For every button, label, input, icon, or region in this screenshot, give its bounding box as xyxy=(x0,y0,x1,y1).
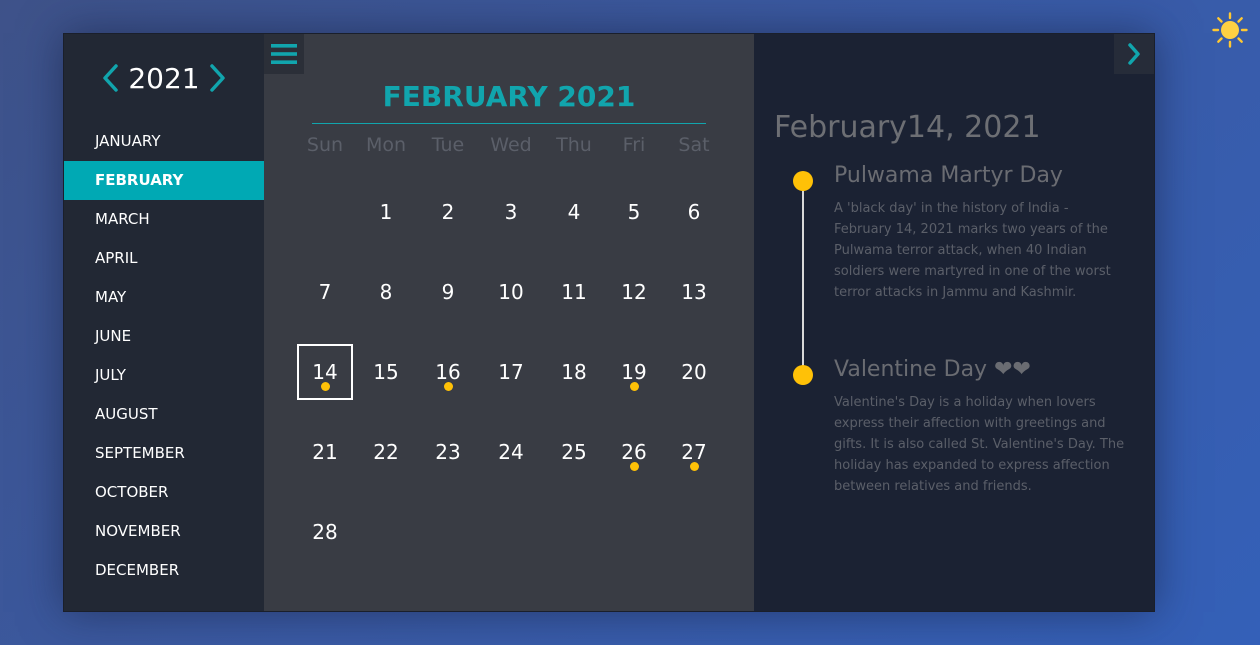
day-cell-18[interactable]: 18 xyxy=(546,344,602,400)
day-cell-21[interactable]: 21 xyxy=(297,424,353,480)
day-cell-17[interactable]: 17 xyxy=(483,344,539,400)
day-cell-8[interactable]: 8 xyxy=(358,264,414,320)
event-title: Pulwama Martyr Day xyxy=(834,163,1063,188)
weekday-header-fri: Fri xyxy=(622,134,646,156)
timeline-dot xyxy=(793,365,813,385)
weekday-header-thu: Thu xyxy=(556,134,592,156)
events-panel: February14, 2021 Pulwama Martyr Day A 'b… xyxy=(754,34,1154,611)
weekday-header-sat: Sat xyxy=(678,134,710,156)
month-item-june[interactable]: JUNE xyxy=(64,317,264,356)
menu-button[interactable] xyxy=(264,34,304,74)
sun-icon[interactable] xyxy=(1212,12,1248,48)
next-year-button[interactable] xyxy=(206,60,230,96)
month-item-september[interactable]: SEPTEMBER xyxy=(64,434,264,473)
event-title-text: Valentine Day xyxy=(834,357,988,382)
day-cell-26[interactable]: 26 xyxy=(606,424,662,480)
weekday-header-wed: Wed xyxy=(490,134,532,156)
month-item-november[interactable]: NOVEMBER xyxy=(64,512,264,551)
chevron-right-icon xyxy=(209,64,225,92)
calendar-title: FEBRUARY 2021 xyxy=(382,80,636,113)
month-list: JANUARY FEBRUARY MARCH APRIL MAY JUNE JULY AUGU… xyxy=(64,122,264,590)
event-description: A 'black day' in the history of India - … xyxy=(834,201,1111,300)
day-cell-23[interactable]: 23 xyxy=(420,424,476,480)
day-cell-12[interactable]: 12 xyxy=(606,264,662,320)
day-cell-16[interactable]: 16 xyxy=(420,344,476,400)
month-item-march[interactable]: MARCH xyxy=(64,200,264,239)
month-item-may[interactable]: MAY xyxy=(64,278,264,317)
day-cell-22[interactable]: 22 xyxy=(358,424,414,480)
event-title: Valentine Day ❤❤ xyxy=(834,357,1031,382)
sidebar: 2021 JANUARY FEBRUARY MARCH APRIL MAY JUNE JUL… xyxy=(64,34,264,611)
month-item-july[interactable]: JULY xyxy=(64,356,264,395)
year-selector: 2021 xyxy=(64,58,264,98)
month-item-october[interactable]: OCTOBER xyxy=(64,473,264,512)
prev-year-button[interactable] xyxy=(98,60,122,96)
event-dot xyxy=(629,382,639,391)
hearts-icon: ❤❤ xyxy=(994,357,1031,382)
title-divider xyxy=(312,123,706,124)
event-description: Valentine's Day is a holiday when lovers… xyxy=(834,395,1125,494)
day-cell-2[interactable]: 2 xyxy=(420,184,476,240)
calendar-app: 2021 JANUARY FEBRUARY MARCH APRIL MAY JUNE JUL… xyxy=(63,33,1155,612)
day-cell-28[interactable]: 28 xyxy=(297,504,353,560)
calendar-grid: FEBRUARY 2021 Sun Mon Tue Wed Thu Fri Sat 1 2 3 4 5… xyxy=(264,34,754,611)
month-item-february[interactable]: FEBRUARY xyxy=(64,161,264,200)
event-dot xyxy=(443,382,453,391)
chevron-right-icon xyxy=(1128,43,1140,65)
day-cell-15[interactable]: 15 xyxy=(358,344,414,400)
weekday-header-mon: Mon xyxy=(365,134,407,156)
day-cell-6[interactable]: 6 xyxy=(666,184,722,240)
day-cell-14[interactable]: 14 xyxy=(297,344,353,400)
month-item-august[interactable]: AUGUST xyxy=(64,395,264,434)
chevron-left-icon xyxy=(103,64,119,92)
day-cell-19[interactable]: 19 xyxy=(606,344,662,400)
event-dot xyxy=(320,382,330,391)
day-cell-4[interactable]: 4 xyxy=(546,184,602,240)
timeline-dot xyxy=(793,171,813,191)
timeline-line xyxy=(802,180,804,375)
day-cell-9[interactable]: 9 xyxy=(420,264,476,320)
day-cell-11[interactable]: 11 xyxy=(546,264,602,320)
day-cell-24[interactable]: 24 xyxy=(483,424,539,480)
day-cell-3[interactable]: 3 xyxy=(483,184,539,240)
hamburger-menu-icon xyxy=(271,44,297,64)
month-item-april[interactable]: APRIL xyxy=(64,239,264,278)
weekday-header-tue: Tue xyxy=(431,134,465,156)
day-cell-25[interactable]: 25 xyxy=(546,424,602,480)
day-cell-5[interactable]: 5 xyxy=(606,184,662,240)
event-dot xyxy=(629,462,639,471)
day-cell-13[interactable]: 13 xyxy=(666,264,722,320)
day-cell-7[interactable]: 7 xyxy=(297,264,353,320)
day-cell-20[interactable]: 20 xyxy=(666,344,722,400)
month-item-january[interactable]: JANUARY xyxy=(64,122,264,161)
selected-date-heading: February14, 2021 xyxy=(774,110,1041,145)
year-label: 2021 xyxy=(128,61,200,95)
month-item-december[interactable]: DECEMBER xyxy=(64,551,264,590)
panel-toggle-button[interactable] xyxy=(1114,34,1154,74)
day-cell-27[interactable]: 27 xyxy=(666,424,722,480)
event-dot xyxy=(689,462,699,471)
weekday-header-sun: Sun xyxy=(306,134,344,156)
day-cell-10[interactable]: 10 xyxy=(483,264,539,320)
day-cell-1[interactable]: 1 xyxy=(358,184,414,240)
